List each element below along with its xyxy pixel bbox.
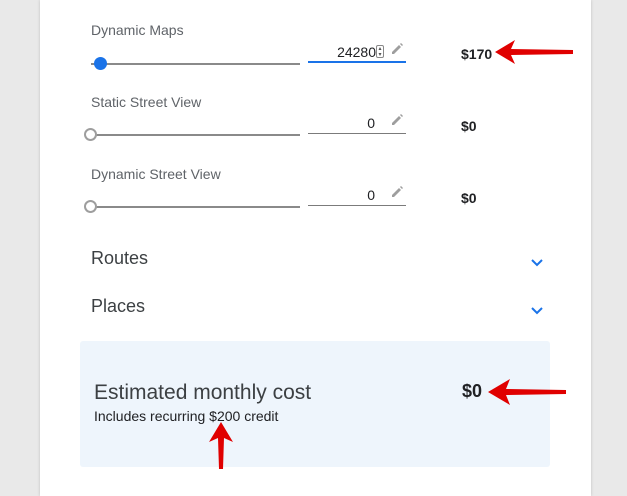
red-arrow-annotation [209,422,233,469]
chevron-down-icon[interactable] [530,306,544,316]
pencil-icon[interactable] [390,42,404,56]
red-arrow-annotation [488,379,566,405]
dynamic-maps-price: $170 [461,46,493,62]
dynamic-street-view-slider-thumb[interactable] [84,200,97,213]
dynamic-maps-label: Dynamic Maps [91,22,184,38]
chevron-down-icon[interactable] [530,258,544,268]
pencil-icon[interactable] [390,113,404,127]
dynamic-street-view-label: Dynamic Street View [91,166,221,182]
dynamic-maps-spinner[interactable]: ▴ ▾ [376,45,384,58]
routes-section-header[interactable]: Routes [91,248,148,269]
dynamic-street-view-quantity-value: 0 [367,187,375,203]
dynamic-street-view-slider-track[interactable] [91,206,300,208]
estimate-title: Estimated monthly cost [94,381,312,404]
static-street-view-quantity-value: 0 [367,115,375,131]
pencil-icon[interactable] [390,185,404,199]
dynamic-street-view-price: $0 [461,190,477,206]
red-arrow-annotation [495,40,573,64]
static-street-view-price: $0 [461,118,477,134]
estimate-subtitle: Includes recurring $200 credit [94,408,279,424]
static-street-view-label: Static Street View [91,94,202,110]
dynamic-maps-quantity-value: 24280 [337,44,376,60]
static-street-view-slider-track[interactable] [91,134,300,136]
dynamic-maps-slider-thumb[interactable] [94,57,107,70]
static-street-view-slider-thumb[interactable] [84,128,97,141]
places-section-header[interactable]: Places [91,296,145,317]
estimate-price: $0 [462,381,483,401]
dynamic-maps-slider-track[interactable] [91,63,300,65]
